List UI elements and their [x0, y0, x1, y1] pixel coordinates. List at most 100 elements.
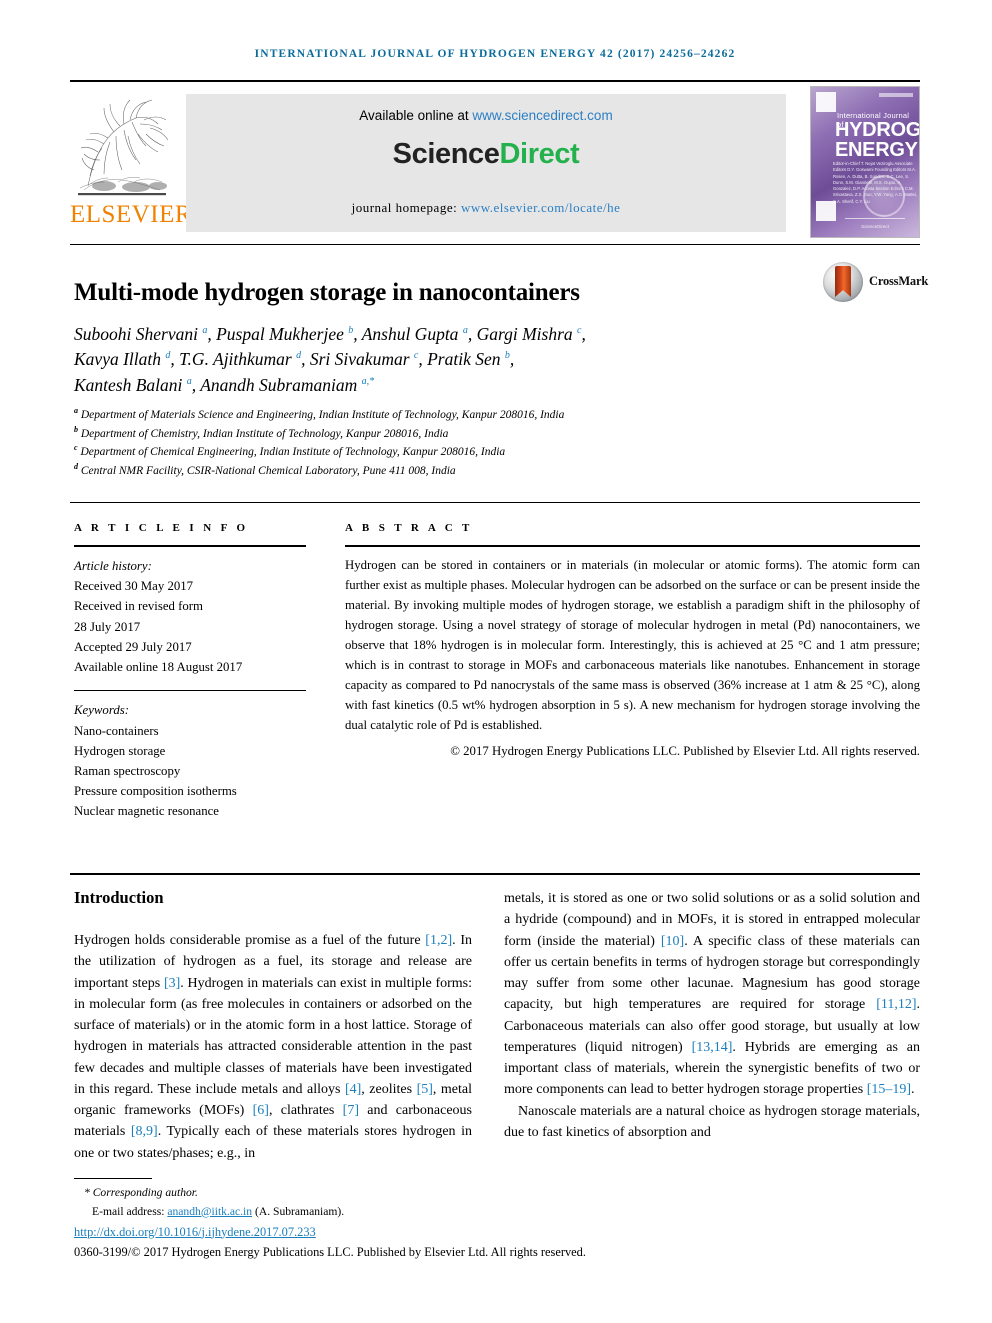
elsevier-logo[interactable]: ELSEVIER: [70, 86, 193, 238]
author-name: , Sri Sivakumar: [301, 349, 414, 370]
crossmark-shield-icon: [835, 266, 851, 297]
keyword-item: Hydrogen storage: [74, 743, 166, 758]
author-name: , Pratik Sen: [418, 349, 505, 370]
article-history-block: Article history: Received 30 May 2017 Rec…: [74, 556, 306, 677]
intro-paragraph-right-2: Nanoscale materials are a natural choice…: [504, 1103, 920, 1140]
keywords-block: Keywords: Nano-containers Hydrogen storag…: [74, 700, 306, 821]
citation-reference[interactable]: [11,12]: [876, 997, 916, 1012]
header-rule: [70, 80, 920, 82]
citation-reference[interactable]: [6]: [253, 1103, 269, 1118]
keyword-item: Nuclear magnetic resonance: [74, 804, 219, 819]
author-name: , Gargi Mishra: [467, 324, 578, 344]
citation-reference[interactable]: [8,9]: [131, 1124, 158, 1139]
citation-reference[interactable]: [13,14]: [692, 1040, 733, 1055]
author-name: Suboohi Shervani: [74, 324, 203, 344]
keyword-item: Nano-containers: [74, 723, 159, 738]
intro-paragraph-right-1: metals, it is stored as one or two solid…: [504, 891, 920, 1098]
article-info-column: A R T I C L E I N F O Article history: R…: [74, 522, 306, 822]
sciencedirect-word-science: Science: [392, 138, 500, 170]
abstract-heading: A B S T R A C T: [345, 522, 473, 534]
article-history-item: 28 July 2017: [74, 619, 141, 634]
crossmark-icon: [823, 262, 863, 302]
abstract-column: A B S T R A C T Hydrogen can be stored i…: [345, 522, 920, 762]
citation-reference[interactable]: [4]: [345, 1082, 361, 1097]
footnote-rule: [74, 1178, 152, 1179]
doi-link[interactable]: http://dx.doi.org/10.1016/j.ijhydene.201…: [74, 1225, 316, 1239]
citation-reference[interactable]: [1,2]: [425, 933, 452, 948]
body-column-right: metals, it is stored as one or two solid…: [504, 888, 920, 1143]
article-history-item: Available online 18 August 2017: [74, 660, 243, 675]
keywords-rule: [74, 690, 306, 692]
citation-reference[interactable]: [10]: [661, 934, 684, 949]
citation-reference[interactable]: [5]: [417, 1082, 433, 1097]
sciencedirect-url-link[interactable]: www.sciencedirect.com: [472, 108, 612, 123]
body-section-rule: [70, 873, 920, 875]
author-line: Kantesh Balani a, Anandh Subramaniam a,*: [74, 373, 834, 398]
affiliation-text: Department of Chemistry, Indian Institut…: [78, 427, 449, 440]
sciencedirect-word-direct: Direct: [499, 138, 580, 170]
affiliation-item: c Department of Chemical Engineering, In…: [74, 443, 834, 462]
author-name: , Anshul Gupta: [353, 324, 463, 344]
article-info-heading: A R T I C L E I N F O: [74, 522, 249, 534]
abstract-text: Hydrogen can be stored in containers or …: [345, 558, 920, 732]
cover-footer-text: ScienceDirect: [861, 224, 889, 229]
affiliation-item: a Department of Materials Science and En…: [74, 406, 834, 425]
citation-reference[interactable]: [15–19]: [867, 1082, 911, 1097]
introduction-heading: Introduction: [74, 888, 164, 907]
journal-homepage-label: journal homepage:: [351, 200, 461, 215]
abstract-section-rule: [70, 502, 920, 503]
author-name: ,: [509, 349, 515, 370]
email-line: E-mail address: anandh@iitk.ac.in (A. Su…: [74, 1203, 774, 1222]
running-head: INTERNATIONAL JOURNAL OF HYDROGEN ENERGY…: [254, 48, 736, 60]
affiliation-text: Department of Chemical Engineering, Indi…: [77, 446, 506, 459]
keywords-label: Keywords:: [74, 703, 129, 718]
journal-homepage-line: journal homepage: www.elsevier.com/locat…: [186, 200, 786, 216]
email-label: E-mail address:: [92, 1204, 168, 1218]
intro-paragraph-left: Hydrogen holds considerable promise as a…: [74, 933, 472, 1161]
author-line: Kavya Illath d, T.G. Ajithkumar d, Sri S…: [74, 347, 834, 372]
elsevier-wordmark: ELSEVIER: [70, 201, 193, 228]
available-online-line: Available online at www.sciencedirect.co…: [186, 108, 786, 123]
journal-cover-thumbnail[interactable]: International Journal of HYDROGEN ENERGY…: [810, 86, 920, 238]
cover-publisher-mark-top: [816, 92, 836, 112]
corresponding-author-note: * Corresponding author.: [84, 1186, 198, 1199]
available-online-label: Available online at: [359, 108, 473, 123]
author-name: ,: [581, 324, 586, 344]
affiliation-item: b Department of Chemistry, Indian Instit…: [74, 425, 834, 444]
cover-publisher-mark-bottom: [816, 201, 836, 221]
journal-homepage-link[interactable]: www.elsevier.com/locate/he: [461, 200, 620, 215]
citation-reference[interactable]: [3]: [164, 976, 180, 991]
cover-issn-bar: [879, 93, 913, 97]
affiliation-list: a Department of Materials Science and En…: [74, 406, 834, 481]
journal-masthead: ELSEVIER Available online at www.science…: [70, 86, 920, 238]
cover-circle-graphic: [863, 175, 905, 217]
author-line: Suboohi Shervani a, Puspal Mukherjee b, …: [74, 322, 834, 347]
sciencedirect-wordmark[interactable]: ScienceDirect: [186, 138, 786, 171]
affiliation-text: Department of Materials Science and Engi…: [78, 409, 565, 421]
article-history-item: Received 30 May 2017: [74, 579, 194, 594]
author-name: , T.G. Ajithkumar: [170, 349, 297, 370]
author-list: Suboohi Shervani a, Puspal Mukherjee b, …: [74, 322, 834, 398]
article-history-items: Received 30 May 2017 Received in revised …: [74, 576, 306, 677]
page-footer: * Corresponding author. E-mail address: …: [74, 1184, 774, 1262]
body-column-left: Introduction Hydrogen holds considerable…: [74, 888, 472, 1164]
keyword-item: Pressure composition isotherms: [74, 784, 237, 799]
abstract-rule: [345, 545, 920, 547]
cover-footer-rule: [845, 218, 905, 219]
author-affiliation-mark[interactable]: a,*: [362, 376, 375, 387]
issn-copyright-line: 0360-3199/© 2017 Hydrogen Energy Publica…: [74, 1245, 586, 1260]
citation-reference[interactable]: [7]: [343, 1103, 359, 1118]
cover-title-line1: HYDROGEN: [835, 119, 920, 141]
author-name: Kantesh Balani: [74, 374, 187, 395]
article-history-item: Accepted 29 July 2017: [74, 639, 192, 654]
doi-line: http://dx.doi.org/10.1016/j.ijhydene.201…: [74, 1222, 774, 1243]
keyword-item: Raman spectroscopy: [74, 763, 181, 778]
paper-page: INTERNATIONAL JOURNAL OF HYDROGEN ENERGY…: [0, 0, 992, 1323]
email-link[interactable]: anandh@iitk.ac.in: [167, 1205, 252, 1218]
page-title: Multi-mode hydrogen storage in nanoconta…: [74, 278, 580, 306]
crossmark-badge[interactable]: CrossMark: [823, 262, 928, 306]
keyword-items: Nano-containers Hydrogen storage Raman spe…: [74, 721, 306, 822]
elsevier-tree-icon: [74, 90, 170, 200]
article-history-label: Article history:: [74, 559, 152, 573]
abstract-copyright: © 2017 Hydrogen Energy Publications LLC.…: [450, 743, 920, 758]
